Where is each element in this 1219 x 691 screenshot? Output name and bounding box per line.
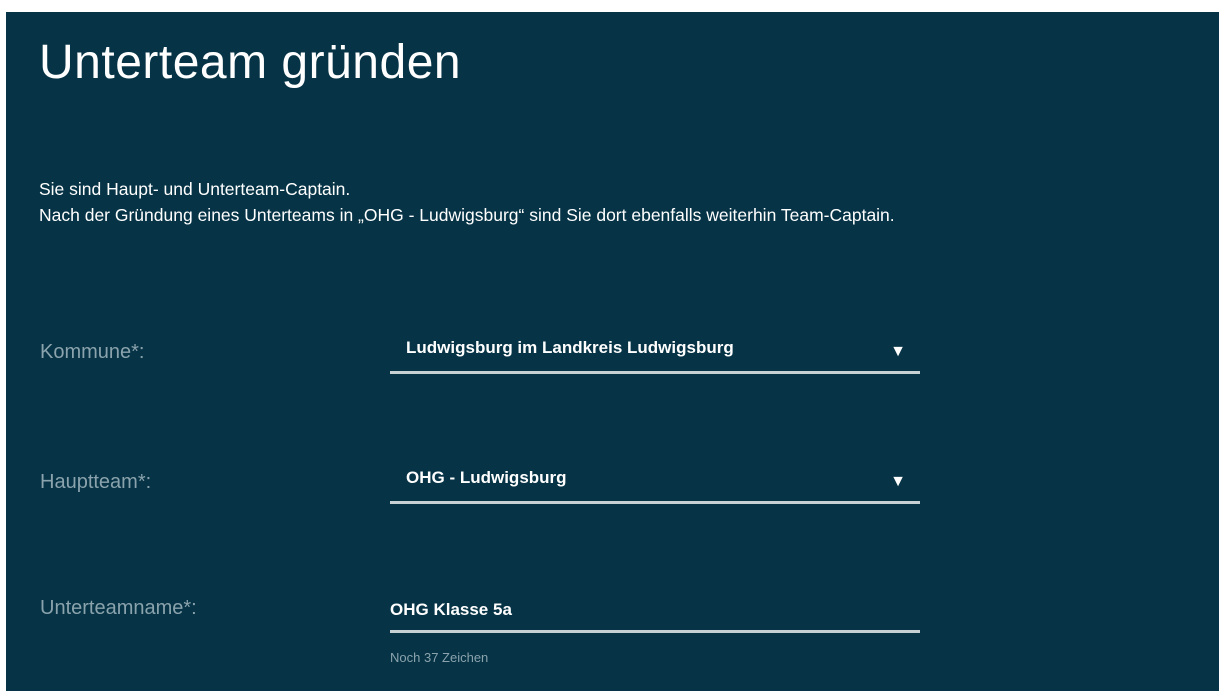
hauptteam-select[interactable]: OHG - Ludwigsburg ▼ (390, 468, 920, 504)
hauptteam-label: Hauptteam*: (40, 471, 152, 493)
remaining-characters-hint: Noch 37 Zeichen (390, 650, 489, 665)
create-subteam-panel: Unterteam gründen Sie sind Haupt- und Un… (6, 12, 1219, 691)
triangle-down-icon: ▼ (890, 343, 906, 360)
intro-line-captain-role: Sie sind Haupt- und Unterteam-Captain. (39, 179, 351, 199)
page-title: Unterteam gründen (39, 36, 462, 89)
kommune-select-value: Ludwigsburg im Landkreis Ludwigsburg (406, 338, 734, 357)
kommune-label: Kommune*: (40, 341, 145, 363)
hauptteam-select-value: OHG - Ludwigsburg (406, 468, 567, 487)
intro-text: Sie sind Haupt- und Unterteam-Captain. N… (39, 176, 895, 228)
unterteamname-label: Unterteamname*: (40, 597, 197, 619)
triangle-down-icon: ▼ (890, 473, 906, 490)
unterteamname-input[interactable] (390, 589, 920, 633)
intro-line-subteam-info: Nach der Gründung eines Unterteams in „O… (39, 205, 895, 225)
kommune-select[interactable]: Ludwigsburg im Landkreis Ludwigsburg ▼ (390, 338, 920, 374)
